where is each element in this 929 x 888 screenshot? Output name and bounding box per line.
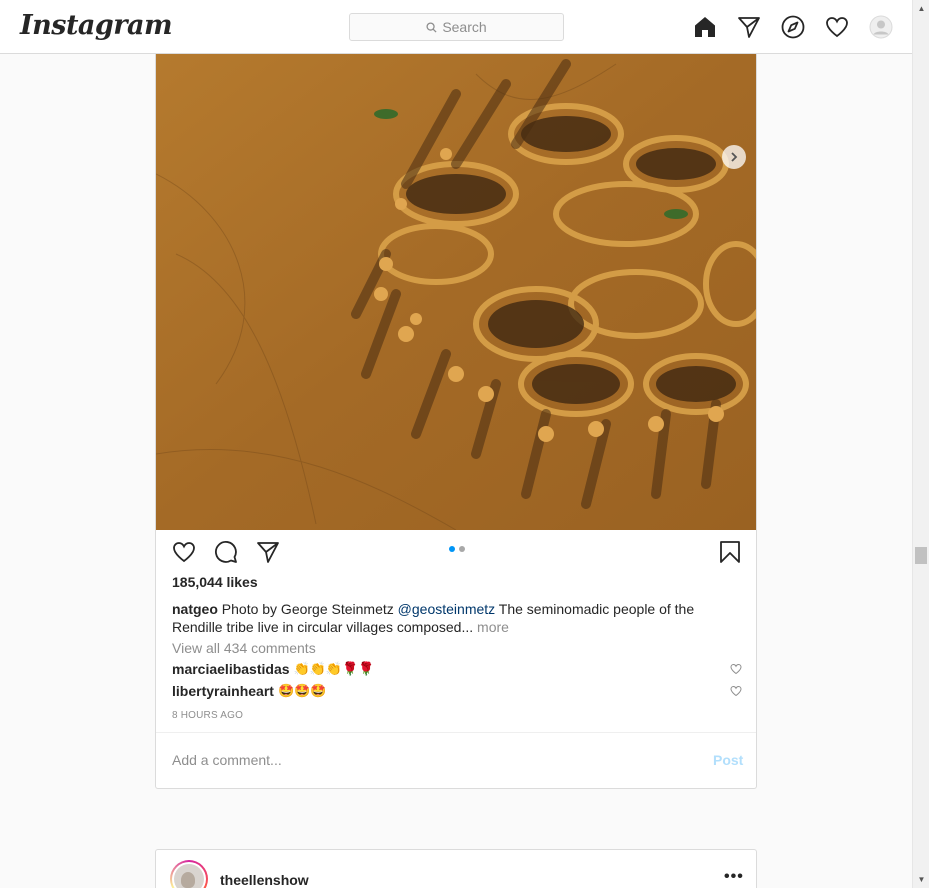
caption-more-link[interactable]: more <box>477 619 509 635</box>
post-timestamp[interactable]: 8 HOURS AGO <box>172 710 243 721</box>
comment-icon <box>215 541 237 563</box>
caption-username[interactable]: natgeo <box>172 601 218 617</box>
post-caption: natgeo Photo by George Steinmetz @geoste… <box>172 600 712 636</box>
carousel-dot <box>459 546 465 552</box>
carousel-next-button[interactable] <box>722 145 746 169</box>
comment-text: 🤩🤩🤩 <box>277 683 327 699</box>
comment-button[interactable] <box>214 540 240 566</box>
post-image[interactable] <box>156 54 756 530</box>
next-feed-post: theellenshow ••• <box>155 849 757 888</box>
chevron-right-icon <box>731 152 738 162</box>
scroll-up-arrow-icon[interactable]: ▲ <box>913 0 929 17</box>
instagram-logo[interactable]: Instagram <box>20 10 173 41</box>
scrollbar[interactable]: ▲ ▼ <box>912 0 929 888</box>
post-username[interactable]: theellenshow <box>220 872 309 888</box>
view-all-comments-link[interactable]: View all 434 comments <box>172 640 316 656</box>
search-input[interactable]: Search <box>349 13 564 41</box>
comment-username[interactable]: marciaelibastidas <box>172 661 290 677</box>
comment-username[interactable]: libertyrainheart <box>172 683 274 699</box>
bookmark-icon <box>720 541 740 563</box>
comment-like-icon[interactable] <box>730 663 742 675</box>
comment-row: marciaelibastidas 👏👏👏🌹🌹 <box>172 661 742 677</box>
heart-icon <box>173 542 195 563</box>
caption-mention[interactable]: @geosteinmetz <box>398 601 495 617</box>
comment-row: libertyrainheart 🤩🤩🤩 <box>172 683 742 699</box>
scrollbar-thumb[interactable] <box>915 547 927 564</box>
share-icon <box>257 542 279 563</box>
carousel-dot-active <box>449 546 455 552</box>
comment-like-icon[interactable] <box>730 685 742 697</box>
home-icon[interactable] <box>692 14 718 40</box>
activity-icon[interactable] <box>824 14 850 40</box>
carousel-indicator <box>449 546 465 552</box>
scroll-down-arrow-icon[interactable]: ▼ <box>913 871 929 888</box>
search-icon <box>426 21 437 33</box>
profile-icon[interactable] <box>868 14 894 40</box>
more-options-icon[interactable]: ••• <box>724 868 744 886</box>
top-nav: Instagram Search <box>0 0 912 54</box>
save-button[interactable] <box>718 540 744 566</box>
direct-icon[interactable] <box>736 14 762 40</box>
comment-text: 👏👏👏🌹🌹 <box>293 661 375 677</box>
add-comment-input[interactable]: Add a comment... <box>172 752 282 768</box>
post-comment-button[interactable]: Post <box>713 752 743 768</box>
divider <box>156 732 756 733</box>
share-button[interactable] <box>256 540 282 566</box>
avatar[interactable] <box>170 860 208 888</box>
search-placeholder: Search <box>442 19 487 35</box>
like-button[interactable] <box>172 540 198 566</box>
feed-post: 185,044 likes natgeo Photo by George Ste… <box>155 54 757 789</box>
likes-count[interactable]: 185,044 likes <box>172 574 258 590</box>
caption-text: Photo by George Steinmetz <box>221 601 394 617</box>
explore-icon[interactable] <box>780 14 806 40</box>
